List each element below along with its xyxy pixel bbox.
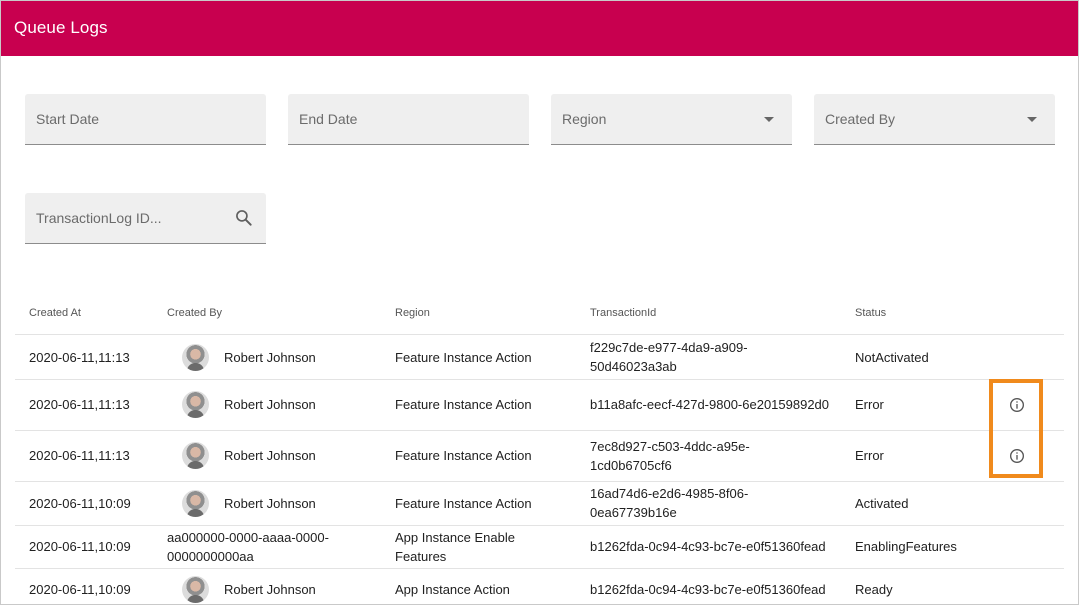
avatar (182, 489, 209, 517)
cell-created-at: 2020-06-11,11:13 (29, 448, 130, 463)
app-header: Queue Logs (1, 1, 1078, 56)
cell-created-at: 2020-06-11,11:13 (29, 397, 130, 412)
cell-region: Feature Instance Action (395, 397, 532, 412)
column-header-region: Region (395, 307, 430, 319)
cell-status: EnablingFeatures (855, 539, 957, 554)
cell-region: App Instance Action (395, 582, 510, 597)
cell-created-by: Robert Johnson (224, 495, 316, 511)
app-window: Queue Logs Start Date End Date Region Cr… (0, 0, 1079, 605)
created-by-placeholder: Created By (825, 111, 896, 127)
cell-created-at: 2020-06-11,10:09 (29, 582, 131, 597)
transaction-log-search-placeholder: TransactionLog ID... (36, 210, 162, 226)
start-date-field[interactable]: Start Date (25, 94, 266, 145)
avatar (182, 343, 209, 371)
cell-status: Ready (855, 582, 893, 597)
cell-status: NotActivated (855, 349, 929, 365)
region-placeholder: Region (562, 111, 607, 127)
cell-status: Error (855, 448, 884, 463)
cell-transaction-id: b1262fda-0c94-4c93-bc7e-e0f51360fead (590, 539, 826, 554)
row-divider (15, 481, 1064, 482)
avatar (182, 391, 209, 418)
cell-created-by: Robert Johnson (224, 397, 316, 412)
caret-down-icon (1027, 117, 1037, 122)
row-divider (15, 525, 1064, 526)
page-title: Queue Logs (14, 18, 108, 37)
end-date-placeholder: End Date (299, 111, 358, 127)
cell-region: Feature Instance Action (395, 448, 532, 463)
row-divider (15, 334, 1064, 335)
column-header-created-at: Created At (29, 307, 81, 319)
region-select[interactable]: Region (551, 94, 792, 145)
cell-created-by: Robert Johnson (224, 582, 316, 597)
cell-created-at: 2020-06-11,11:13 (29, 349, 130, 365)
end-date-field[interactable]: End Date (288, 94, 529, 145)
column-header-status: Status (855, 307, 887, 319)
row-divider (15, 430, 1064, 431)
column-header-transaction-id: TransactionId (590, 307, 657, 319)
cell-created-by: Robert Johnson (224, 448, 316, 463)
cell-status: Activated (855, 495, 909, 511)
row-divider (15, 568, 1064, 569)
cell-created-at: 2020-06-11,10:09 (29, 539, 131, 554)
caret-down-icon (764, 117, 774, 122)
cell-transaction-id: 16ad74d6-e2d6-4985-8f06- 0ea67739b16e (590, 486, 749, 520)
start-date-placeholder: Start Date (36, 111, 100, 127)
cell-created-by: Robert Johnson (224, 349, 316, 365)
row-divider (15, 379, 1064, 380)
cell-region: Feature Instance Action (395, 495, 532, 511)
cell-region: Feature Instance Action (395, 349, 532, 365)
cell-transaction-id: b1262fda-0c94-4c93-bc7e-e0f51360fead (590, 582, 826, 597)
search-icon[interactable] (234, 208, 254, 228)
cell-transaction-id: f229c7de-e977-4da9-a909- 50d46023a3ab (590, 340, 748, 374)
cell-transaction-id: b11a8afc-eecf-427d-9800-6e20159892d0 (590, 397, 830, 412)
avatar (182, 576, 209, 603)
column-header-created-by: Created By (167, 307, 223, 319)
cell-region: App Instance Enable Features (395, 529, 515, 564)
info-icons-highlight (989, 379, 1043, 478)
cell-transaction-id: 7ec8d927-c503-4ddc-a95e- 1cd0b6705cf6 (590, 438, 750, 473)
cell-status: Error (855, 397, 884, 412)
avatar (182, 442, 209, 469)
cell-created-at: 2020-06-11,10:09 (29, 495, 131, 511)
transaction-log-search-input[interactable]: TransactionLog ID... (25, 193, 266, 244)
created-by-select[interactable]: Created By (814, 94, 1055, 145)
cell-created-by: aa000000-0000-aaaa-0000- 0000000000aa (167, 529, 329, 564)
